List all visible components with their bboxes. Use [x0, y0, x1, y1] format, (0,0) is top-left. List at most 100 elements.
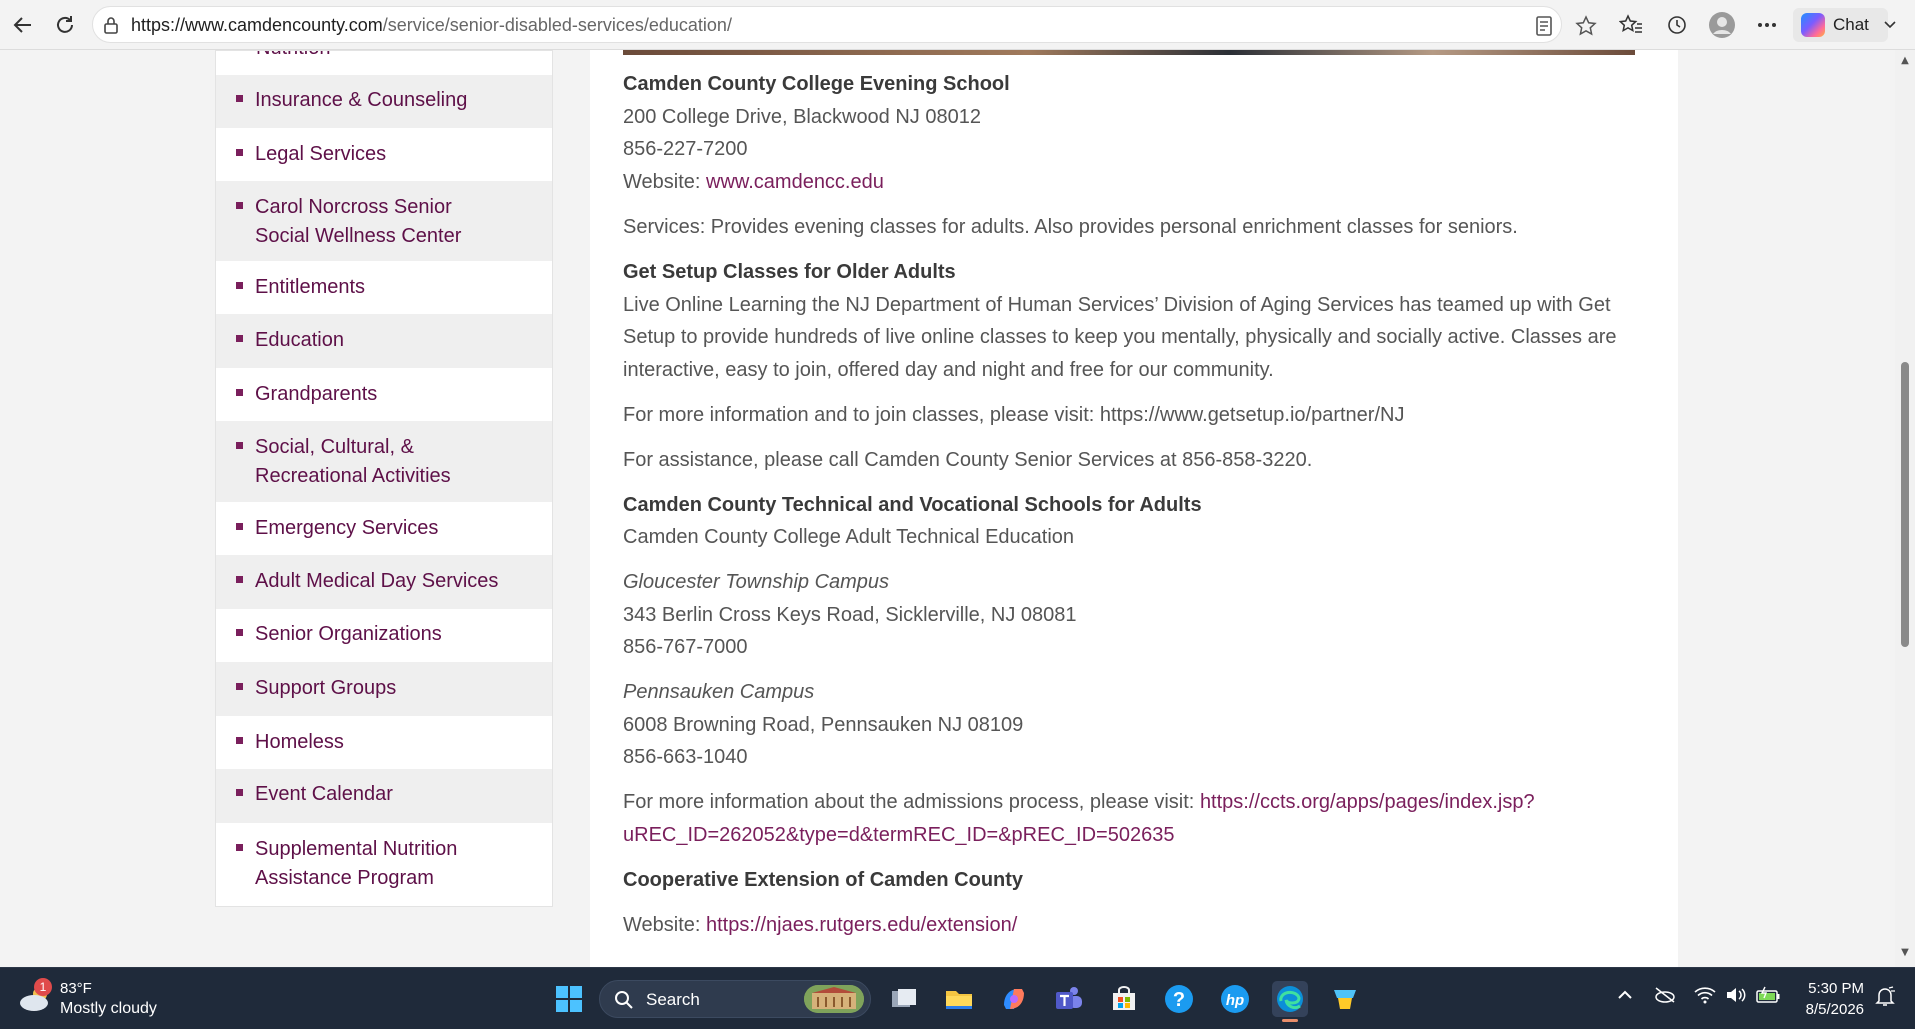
sidebar-item-snap[interactable]: Supplemental Nutrition Assistance Progra… — [216, 823, 552, 906]
bullet-icon — [236, 202, 243, 209]
system-clock[interactable]: 5:30 PM 8/5/2026 — [1794, 978, 1864, 1020]
show-hidden-icons-chevron-icon[interactable] — [1617, 988, 1633, 1006]
weather-widget[interactable]: 1 83°F Mostly cloudy — [18, 978, 168, 1020]
search-label: Search — [646, 990, 700, 1009]
sidebar-item-insurance[interactable]: Insurance & Counseling — [216, 75, 552, 128]
getsetup-line-3: interactive, easy to join, offered day a… — [623, 359, 1274, 381]
sidebar-item-grandparents[interactable]: Grandparents — [216, 368, 552, 421]
camdencc-link[interactable]: www.camdencc.edu — [706, 171, 884, 193]
ccc-services: Services: Provides evening classes for a… — [623, 216, 1518, 238]
task-view-button[interactable] — [886, 981, 922, 1017]
refresh-button[interactable] — [50, 10, 80, 40]
favorites-icon[interactable] — [1616, 10, 1646, 40]
more-menu-icon[interactable] — [1752, 10, 1782, 40]
sidebar-item-label: Emergency Services — [255, 517, 439, 539]
battery-charging-icon[interactable] — [1755, 986, 1781, 1009]
bullet-icon — [236, 282, 243, 289]
sidebar-item-label: Senior Organizations — [255, 623, 442, 645]
bullet-icon — [236, 789, 243, 796]
active-app-indicator — [1282, 1019, 1298, 1022]
folder-icon — [946, 991, 972, 1009]
onedrive-paused-icon[interactable] — [1654, 986, 1676, 1009]
bullet-icon — [236, 335, 243, 342]
sidebar-nav: Nutrition Insurance & Counseling Legal S… — [215, 50, 553, 907]
bullet-icon — [236, 389, 243, 396]
clock-time: 5:30 PM — [1808, 980, 1864, 997]
page-scrollbar[interactable]: ▲ ▼ — [1895, 50, 1915, 967]
sidebar-item-label: Support Groups — [255, 677, 397, 699]
notifications-bell-icon[interactable] — [1874, 985, 1896, 1012]
help-button[interactable]: ? — [1161, 981, 1197, 1017]
file-explorer-button[interactable] — [941, 981, 977, 1017]
copilot-chat-button[interactable]: Chat — [1793, 8, 1888, 42]
weather-badge: 1 — [34, 978, 52, 996]
help-icon: ? — [1165, 985, 1193, 1013]
sidebar-item-entitlements[interactable]: Entitlements — [216, 261, 552, 314]
search-highlight-image — [804, 985, 864, 1013]
sidebar-item-event-calendar[interactable]: Event Calendar — [216, 769, 552, 823]
sidebar-item-label: Event Calendar — [255, 783, 393, 805]
ccc-phone: 856-227-7200 — [623, 138, 748, 160]
edge-browser-button[interactable] — [1272, 981, 1308, 1022]
wifi-icon[interactable] — [1694, 986, 1716, 1009]
ccc-evening-title: Camden County College Evening School — [623, 73, 1010, 95]
history-icon[interactable] — [1662, 10, 1692, 40]
sidebar-item-label: Adult Medical Day Services — [255, 570, 499, 592]
copilot-icon — [1801, 13, 1825, 37]
volume-icon[interactable] — [1725, 986, 1747, 1009]
pinned-app-button[interactable] — [1327, 981, 1363, 1017]
teams-button[interactable] — [1051, 981, 1087, 1017]
app-icon — [1334, 990, 1356, 1009]
sidebar-item-social-cultural[interactable]: Social, Cultural, & Recreational Activit… — [216, 421, 552, 502]
sidebar-item-label: Insurance & Counseling — [255, 89, 468, 111]
sidebar-item-adult-medical[interactable]: Adult Medical Day Services — [216, 555, 552, 609]
sidebar-item-homeless[interactable]: Homeless — [216, 716, 552, 769]
profile-avatar-icon[interactable] — [1707, 10, 1737, 40]
ccts-link-part-1[interactable]: https://ccts.org/apps/pages/index.jsp? — [1200, 791, 1535, 813]
back-button[interactable] — [8, 10, 38, 40]
scroll-up-arrow-icon[interactable]: ▲ — [1900, 56, 1910, 66]
chevron-down-icon[interactable] — [1880, 10, 1900, 40]
tech-schools-title: Camden County Technical and Vocational S… — [623, 494, 1202, 516]
windows-logo-icon — [556, 986, 582, 1012]
scroll-thumb[interactable] — [1901, 362, 1909, 647]
address-bar[interactable]: https://www.camdencounty.com/service/sen… — [92, 6, 1597, 43]
sidebar-item-label: Grandparents — [255, 383, 378, 405]
start-button[interactable] — [551, 981, 587, 1017]
pennsauken-campus-title: Pennsauken Campus — [623, 681, 815, 703]
teams-icon — [1056, 987, 1082, 1009]
getsetup-title: Get Setup Classes for Older Adults — [623, 261, 956, 283]
sidebar-item-senior-orgs[interactable]: Senior Organizations — [216, 609, 552, 662]
sidebar-item-education[interactable]: Education — [216, 314, 552, 368]
url-path: /service/senior-disabled-services/educat… — [382, 15, 732, 35]
website-label: Website: — [623, 171, 706, 193]
sidebar-item-nutrition-cut[interactable]: Nutrition — [256, 51, 330, 60]
sidebar-item-carol-norcross[interactable]: Carol Norcross Senior Social Wellness Ce… — [216, 181, 552, 261]
clock-date: 8/5/2026 — [1805, 1001, 1864, 1018]
getsetup-assistance: For assistance, please call Camden Count… — [623, 449, 1313, 471]
microsoft-store-button[interactable] — [1106, 981, 1142, 1017]
url-host: https://www.camdencounty.com — [131, 15, 383, 35]
getsetup-line-1: Live Online Learning the NJ Department o… — [623, 294, 1611, 316]
pennsauken-address: 6008 Browning Road, Pennsauken NJ 08109 — [623, 714, 1024, 736]
bullet-icon — [236, 95, 243, 102]
sidebar-item-support-groups[interactable]: Support Groups — [216, 662, 552, 716]
hp-app-button[interactable]: hp — [1217, 981, 1253, 1017]
favorite-star-icon[interactable] — [1575, 15, 1597, 37]
sidebar-item-legal[interactable]: Legal Services — [216, 128, 552, 181]
temperature: 83°F — [60, 980, 92, 997]
copilot-app-button[interactable] — [996, 981, 1032, 1017]
web-page: Nutrition Insurance & Counseling Legal S… — [0, 50, 1895, 967]
scroll-down-arrow-icon[interactable]: ▼ — [1900, 948, 1910, 958]
taskbar-search[interactable]: Search — [599, 980, 871, 1018]
chat-label: Chat — [1833, 15, 1869, 34]
pennsauken-phone: 856-663-1040 — [623, 746, 748, 768]
reading-view-icon[interactable] — [1534, 15, 1556, 37]
ccts-link-part-2[interactable]: uREC_ID=262052&type=d&termREC_ID=&pREC_I… — [623, 819, 1174, 851]
sidebar-item-label: Legal Services — [255, 143, 387, 165]
store-icon — [1113, 986, 1135, 1010]
main-content: Camden County College Evening School 200… — [590, 50, 1678, 967]
task-view-icon — [892, 989, 916, 1007]
sidebar-item-emergency[interactable]: Emergency Services — [216, 502, 552, 555]
rutgers-extension-link[interactable]: https://njaes.rutgers.edu/extension/ — [706, 914, 1017, 936]
